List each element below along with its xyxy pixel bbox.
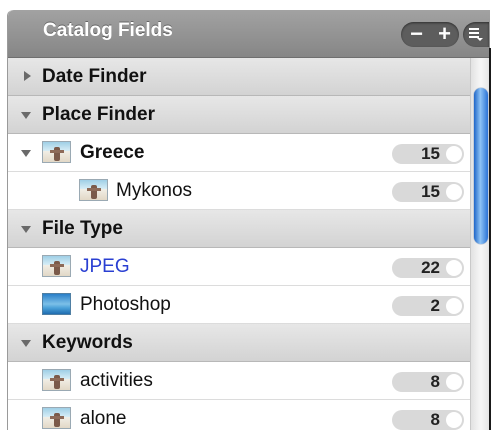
section-keywords[interactable]: Keywords <box>8 324 470 362</box>
list-item-alone[interactable]: alone 8 <box>8 400 470 430</box>
photo-thumbnail-icon <box>42 255 71 277</box>
item-label: alone <box>80 408 127 429</box>
count-badge: 15 <box>392 144 464 164</box>
count-badge: 15 <box>392 182 464 202</box>
count-badge: 2 <box>392 296 464 316</box>
section-place-finder[interactable]: Place Finder <box>8 96 470 134</box>
vertical-scrollbar[interactable] <box>470 58 490 430</box>
panel-splitter[interactable] <box>489 48 491 430</box>
remove-button[interactable]: − <box>402 22 431 47</box>
photoshop-file-icon <box>42 293 71 315</box>
list-item-mykonos[interactable]: Mykonos 15 <box>8 172 470 210</box>
disclosure-expanded-icon[interactable] <box>21 226 31 233</box>
panel-header: Catalog Fields − + <box>8 10 490 58</box>
count-badge: 22 <box>392 258 464 278</box>
add-button[interactable]: + <box>430 22 459 47</box>
section-date-finder[interactable]: Date Finder <box>8 58 470 96</box>
catalog-fields-panel: Catalog Fields − + Date Finder Place Fin… <box>7 10 490 430</box>
item-label: JPEG <box>80 256 130 277</box>
photo-thumbnail-icon <box>42 141 71 163</box>
count-badge: 8 <box>392 410 464 430</box>
disclosure-expanded-icon[interactable] <box>21 150 31 157</box>
disclosure-collapsed-icon[interactable] <box>24 71 31 81</box>
list-options-icon <box>469 28 483 41</box>
item-label: Greece <box>80 142 145 163</box>
photo-thumbnail-icon <box>42 369 71 391</box>
section-label: Keywords <box>42 332 133 353</box>
photo-thumbnail-icon <box>79 179 108 201</box>
section-label: Place Finder <box>42 104 155 125</box>
panel-title: Catalog Fields <box>43 20 173 41</box>
section-file-type[interactable]: File Type <box>8 210 470 248</box>
item-label: activities <box>80 370 153 391</box>
catalog-field-list: Date Finder Place Finder Greece 15 Mykon… <box>8 58 470 430</box>
add-remove-control: − + <box>401 22 459 47</box>
count-badge: 8 <box>392 372 464 392</box>
item-label: Photoshop <box>80 294 171 315</box>
list-item-photoshop[interactable]: Photoshop 2 <box>8 286 470 324</box>
disclosure-expanded-icon[interactable] <box>21 340 31 347</box>
options-button[interactable] <box>463 22 489 47</box>
list-item-jpeg[interactable]: JPEG 22 <box>8 248 470 286</box>
item-label: Mykonos <box>116 180 193 201</box>
disclosure-expanded-icon[interactable] <box>21 112 31 119</box>
section-label: Date Finder <box>42 66 147 87</box>
section-label: File Type <box>42 218 123 239</box>
list-item-greece[interactable]: Greece 15 <box>8 134 470 172</box>
scrollbar-thumb[interactable] <box>474 88 488 244</box>
photo-thumbnail-icon <box>42 407 71 429</box>
list-item-activities[interactable]: activities 8 <box>8 362 470 400</box>
